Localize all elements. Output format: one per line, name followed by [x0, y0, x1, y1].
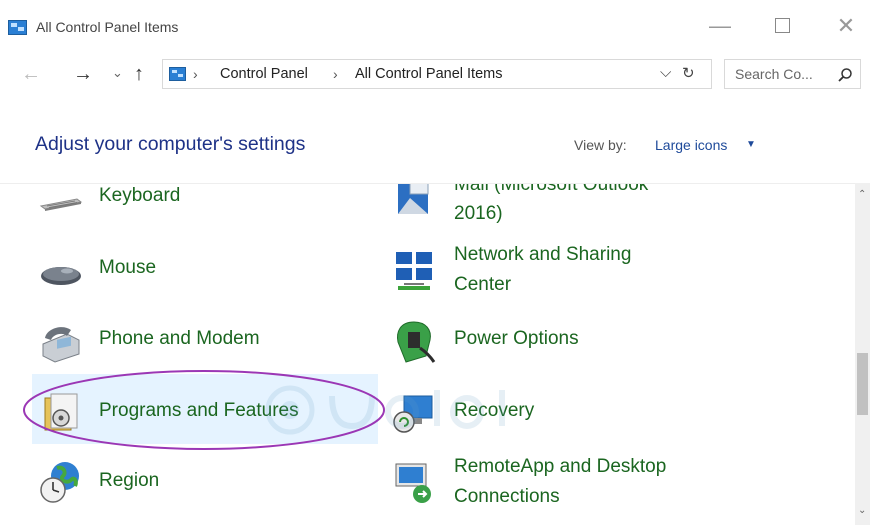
- view-by-label: View by:: [574, 137, 627, 153]
- item-mouse[interactable]: Mouse: [35, 246, 375, 296]
- mouse-icon: [41, 267, 81, 285]
- item-label-line1[interactable]: RemoteApp and Desktop: [454, 452, 666, 482]
- item-network-and-sharing-center[interactable]: Network and Sharing Center: [390, 242, 720, 302]
- scroll-down-button[interactable]: ⌄: [858, 505, 866, 516]
- view-by-arrow-icon[interactable]: ▼: [746, 139, 756, 150]
- maximize-icon: [774, 17, 790, 33]
- item-phone-and-modem[interactable]: Phone and Modem: [35, 316, 375, 366]
- scroll-up-button[interactable]: ⌃: [858, 189, 866, 200]
- keyboard-icon: [39, 198, 83, 211]
- network-icon: [396, 252, 432, 290]
- search-input[interactable]: Search Co...: [724, 59, 861, 89]
- item-region[interactable]: Region: [35, 456, 375, 506]
- scroll-thumb[interactable]: [857, 353, 868, 415]
- item-label-line2[interactable]: 2016): [454, 199, 503, 229]
- breadcrumb-separator[interactable]: ›: [193, 66, 198, 82]
- items-list: Keyboard Mouse Phone and Modem Programs …: [0, 183, 855, 525]
- search-placeholder: Search Co...: [735, 66, 813, 82]
- address-bar[interactable]: › Control Panel › All Control Panel Item…: [162, 59, 712, 89]
- item-label[interactable]: Power Options: [454, 324, 579, 354]
- forward-button[interactable]: →: [73, 63, 93, 86]
- item-label[interactable]: Region: [99, 466, 159, 496]
- vertical-scrollbar[interactable]: ⌃ ⌄: [855, 183, 870, 525]
- view-by-dropdown[interactable]: Large icons: [655, 137, 727, 153]
- mail-icon: [398, 184, 429, 214]
- item-label-line1[interactable]: Network and Sharing: [454, 240, 631, 270]
- item-mail[interactable]: Mail (Microsoft Outlook 2016): [390, 184, 720, 234]
- refresh-button[interactable]: ↻: [682, 64, 695, 82]
- maximize-button[interactable]: [762, 8, 802, 44]
- close-button[interactable]: ✕: [826, 8, 866, 44]
- power-icon: [397, 321, 436, 363]
- remoteapp-icon: [395, 463, 431, 503]
- window-title: All Control Panel Items: [36, 19, 179, 35]
- navigation-bar: ← → ⌄ ↑ › Control Panel › All Control Pa…: [0, 55, 870, 95]
- address-dropdown-button[interactable]: ⌵: [660, 64, 671, 81]
- item-label-line2[interactable]: Center: [454, 270, 511, 300]
- search-icon[interactable]: [837, 67, 853, 83]
- phone-icon: [42, 327, 80, 363]
- item-keyboard[interactable]: Keyboard: [35, 184, 375, 229]
- breadcrumb-all-items[interactable]: All Control Panel Items: [355, 66, 502, 82]
- control-panel-icon: [169, 67, 186, 81]
- item-label-line2[interactable]: Connections: [454, 482, 560, 512]
- recent-locations-button[interactable]: ⌄: [112, 65, 123, 81]
- control-panel-window: All Control Panel Items — ✕ ← → ⌄ ↑ › Co…: [0, 0, 870, 525]
- title-bar: All Control Panel Items — ✕: [0, 0, 870, 52]
- item-label-line1[interactable]: Mail (Microsoft Outlook: [454, 184, 648, 200]
- annotation-ellipse: [23, 370, 385, 450]
- up-button[interactable]: ↑: [134, 63, 144, 86]
- breadcrumb-separator[interactable]: ›: [333, 66, 338, 82]
- item-label[interactable]: Keyboard: [99, 184, 180, 211]
- back-button[interactable]: ←: [21, 63, 41, 86]
- item-remoteapp-and-desktop-connections[interactable]: RemoteApp and Desktop Connections: [390, 454, 720, 514]
- region-icon: [40, 462, 79, 503]
- item-power-options[interactable]: Power Options: [390, 316, 720, 366]
- breadcrumb-control-panel[interactable]: Control Panel: [220, 66, 308, 82]
- minimize-button[interactable]: —: [700, 8, 740, 44]
- control-panel-icon: [8, 20, 27, 35]
- item-label[interactable]: Mouse: [99, 253, 156, 283]
- page-title: Adjust your computer's settings: [35, 133, 306, 155]
- item-label[interactable]: Phone and Modem: [99, 324, 260, 354]
